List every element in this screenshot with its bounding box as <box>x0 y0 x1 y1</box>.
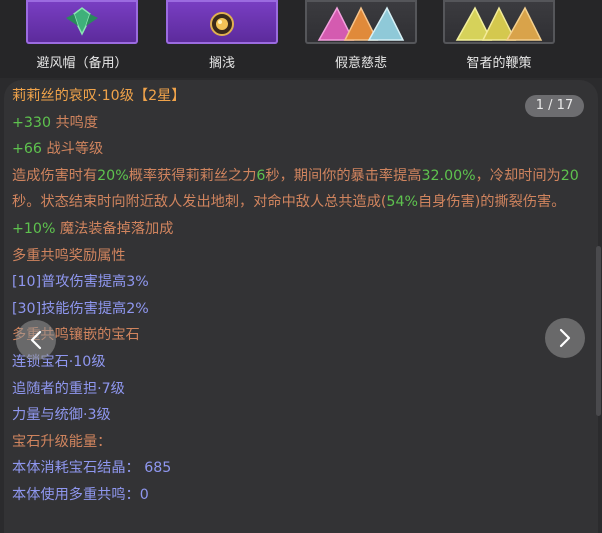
gem-slot-4[interactable]: 智者的鞭策 <box>440 0 558 78</box>
gem-slot-4-label: 智者的鞭策 <box>466 56 532 71</box>
stat-magic-drop-label: 魔法装备掉落加成 <box>55 220 174 237</box>
gem-icon-strip: 避风帽（备用） 搁浅 假意慈悲 智者的鞭策 <box>0 0 602 78</box>
next-button[interactable] <box>545 318 585 358</box>
gem-title-line: 莉莉丝的哀叹·10级【2星】 <box>12 83 590 110</box>
stat-magic-drop-value: +10% <box>12 220 56 237</box>
desc-text-3: 秒，期间你的暴击率提高 <box>265 167 422 184</box>
socketed-gem: 连锁宝石·10级 <box>12 353 106 370</box>
stat-resonance: +330 共鸣度 <box>12 110 590 137</box>
upgrade-energy-line: 本体消耗宝石结晶： 685 <box>12 460 172 477</box>
gem-slot-2[interactable]: 搁浅 <box>163 0 281 78</box>
previous-button[interactable] <box>16 320 56 360</box>
desc-text-1: 造成伤害时有 <box>12 167 98 184</box>
socketed-gem: 追随者的重担·7级 <box>12 380 125 397</box>
desc-value-chance: 20% <box>97 167 129 184</box>
stat-combat-level-label: 战斗等级 <box>41 141 104 158</box>
gem-slot-2-label: 搁浅 <box>208 56 235 71</box>
upgrade-energy-line: 本体使用多重共鸣：0 <box>12 486 149 503</box>
gem-slot-3[interactable]: 假意慈悲 <box>302 0 420 78</box>
socketed-gem: 力量与统御·3级 <box>12 407 111 424</box>
gem-star-rating: 【2星】 <box>133 88 186 104</box>
desc-value-cooldown: 20 <box>560 167 579 184</box>
gem-slot-1-label: 避风帽（备用） <box>36 56 128 71</box>
purple-gem-helmet-icon <box>26 0 138 44</box>
golden-orb-icon <box>166 0 278 44</box>
tooltip-content: 莉莉丝的哀叹·10级【2星】 +330 共鸣度 +66 战斗等级 造成伤害时有2… <box>12 83 590 509</box>
stat-combat-level-value: +66 <box>12 141 42 158</box>
triple-triangle-gems-icon <box>305 0 417 44</box>
chevron-left-icon <box>30 330 42 350</box>
stat-resonance-label: 共鸣度 <box>50 114 99 131</box>
desc-text-5: 秒。状态结束时向附近敌人发出地刺，对命中敌人总共造成( <box>12 194 387 211</box>
desc-text-6: 自身伤害)的撕裂伤害。 <box>417 194 566 211</box>
triple-yellow-triangle-gems-icon <box>443 0 555 44</box>
stat-magic-drop: +10% 魔法装备掉落加成 <box>12 216 590 243</box>
stat-resonance-value: +330 <box>12 114 51 131</box>
gem-slot-1[interactable]: 避风帽（备用） <box>23 0 141 78</box>
stat-combat-level: +66 战斗等级 <box>12 136 590 163</box>
multi-bonus-item: [10]普攻伤害提高3% <box>12 274 149 291</box>
desc-value-crit: 32.00% <box>421 167 476 184</box>
gem-tooltip-screen: 避风帽（备用） 搁浅 假意慈悲 智者的鞭策 1 / 17 莉莉丝的哀叹·10级【… <box>0 0 602 533</box>
gem-tooltip-panel: 1 / 17 莉莉丝的哀叹·10级【2星】 +330 共鸣度 +66 战斗等级 … <box>4 80 598 533</box>
multi-bonus-item: [30]技能伤害提高2% <box>12 300 149 317</box>
multi-bonus-title: 多重共鸣奖励属性 <box>12 247 126 264</box>
gem-effect-description: 造成伤害时有20%概率获得莉莉丝之力6秒，期间你的暴击率提高32.00%，冷却时… <box>12 163 590 216</box>
chevron-right-icon <box>559 328 571 348</box>
gem-slot-3-label: 假意慈悲 <box>334 56 387 71</box>
socket-title: 多重共鸣镶嵌的宝石 <box>12 327 140 344</box>
gem-title: 莉莉丝的哀叹·10级 <box>12 88 134 104</box>
desc-text-2: 概率获得莉莉丝之力 <box>128 167 257 184</box>
desc-value-damage: 54% <box>386 194 418 211</box>
tooltip-scrollbar[interactable] <box>596 246 601 416</box>
desc-text-4: ，冷却时间为 <box>475 167 561 184</box>
upgrade-energy-title: 宝石升级能量： <box>12 433 112 450</box>
